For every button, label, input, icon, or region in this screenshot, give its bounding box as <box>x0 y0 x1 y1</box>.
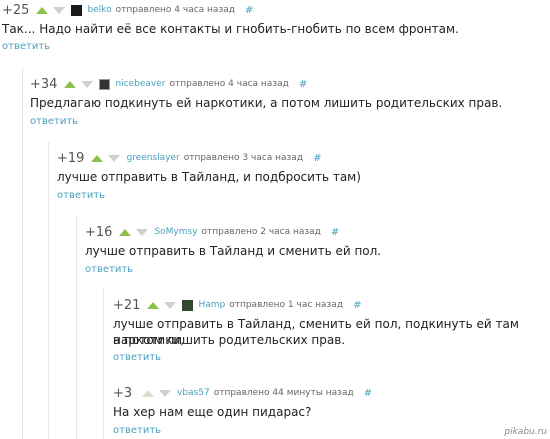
comment-permalink[interactable]: # <box>245 5 253 16</box>
comment: +21 Hamp отправлено 1 час назад # лучше … <box>0 297 550 372</box>
comment-permalink[interactable]: # <box>364 388 372 399</box>
comment-timestamp: отправлено 44 минуты назад <box>213 388 354 398</box>
comment-username[interactable]: belko <box>87 5 111 15</box>
comment-rating: +3 <box>113 385 133 401</box>
reply-link[interactable]: ответить <box>30 116 78 127</box>
user-avatar-icon[interactable] <box>71 4 83 16</box>
comment: +19 greenslayer отправлено 3 часа назад … <box>0 150 550 210</box>
comment-meta: +34 nicebeaver отправлено 4 часа назад # <box>30 76 307 92</box>
comment: +34 nicebeaver отправлено 4 часа назад #… <box>0 76 550 136</box>
comment-permalink[interactable]: # <box>353 300 361 311</box>
comment-meta: +3 vbas57 отправлено 44 минуты назад # <box>113 385 372 401</box>
user-avatar-icon[interactable] <box>99 78 111 90</box>
comment-text: Предлагаю подкинуть ей наркотики, а пото… <box>30 96 503 110</box>
comment-permalink[interactable]: # <box>299 79 307 90</box>
downvote-arrow-icon[interactable] <box>108 154 121 162</box>
comment-rating: +25 <box>2 2 30 18</box>
comment-text: На хер нам еще один пидарас? <box>113 405 312 419</box>
upvote-arrow-icon[interactable] <box>36 6 49 14</box>
upvote-arrow-icon[interactable] <box>142 389 154 397</box>
comment-timestamp: отправлено 1 час назад <box>229 300 344 310</box>
downvote-arrow-icon[interactable] <box>159 389 171 397</box>
comment-timestamp: отправлено 3 часа назад <box>183 153 304 163</box>
comment-text: Так... Надо найти её все контакты и гноб… <box>2 22 459 36</box>
comment-meta: +16 SoMymsy отправлено 2 часа назад # <box>85 224 339 240</box>
downvote-arrow-icon[interactable] <box>53 6 66 14</box>
comment-username[interactable]: nicebeaver <box>115 79 165 89</box>
comment-timestamp: отправлено 4 часа назад <box>169 79 289 89</box>
reply-link[interactable]: ответить <box>113 352 161 363</box>
user-avatar-icon[interactable] <box>182 299 194 311</box>
comment-timestamp: отправлено 4 часа назад <box>115 5 235 15</box>
upvote-arrow-icon[interactable] <box>119 228 132 236</box>
comment-meta: +21 Hamp отправлено 1 час назад # <box>113 297 361 313</box>
comment-rating: +19 <box>57 150 85 166</box>
reply-link[interactable]: ответить <box>113 425 161 436</box>
comment-rating: +16 <box>85 224 113 240</box>
comment-meta: +19 greenslayer отправлено 3 часа назад … <box>57 150 321 166</box>
comment-permalink[interactable]: # <box>331 227 339 238</box>
comment: +25 belko отправлено 4 часа назад # Так.… <box>0 0 550 60</box>
comment: +3 vbas57 отправлено 44 минуты назад # Н… <box>0 385 550 439</box>
upvote-arrow-icon[interactable] <box>147 301 160 309</box>
comment-rating: +34 <box>30 76 58 92</box>
downvote-arrow-icon[interactable] <box>164 301 177 309</box>
upvote-arrow-icon[interactable] <box>91 154 104 162</box>
comment-timestamp: отправлено 2 часа назад <box>201 227 321 237</box>
watermark: pikabu.ru <box>504 427 547 437</box>
downvote-arrow-icon[interactable] <box>136 228 149 236</box>
comment-username[interactable]: Hamp <box>198 300 225 310</box>
comment-username[interactable]: vbas57 <box>177 388 210 398</box>
comment: +16 SoMymsy отправлено 2 часа назад # лу… <box>0 224 550 284</box>
downvote-arrow-icon[interactable] <box>81 80 94 88</box>
reply-link[interactable]: ответить <box>85 264 133 275</box>
comment-rating: +21 <box>113 297 141 313</box>
comment-permalink[interactable]: # <box>313 153 321 164</box>
upvote-arrow-icon[interactable] <box>64 80 77 88</box>
comment-text-line-2: а потом лишить родительских прав. <box>113 333 346 347</box>
comment-meta: +25 belko отправлено 4 часа назад # <box>2 2 253 18</box>
comment-text: лучше отправить в Тайланд, и подбросить … <box>57 170 361 184</box>
comment-text: лучше отправить в Тайланд и сменить ей п… <box>85 244 382 258</box>
comment-username[interactable]: SoMymsy <box>154 227 197 237</box>
reply-link[interactable]: ответить <box>2 41 50 52</box>
reply-link[interactable]: ответить <box>57 190 105 201</box>
comment-username[interactable]: greenslayer <box>126 153 179 163</box>
